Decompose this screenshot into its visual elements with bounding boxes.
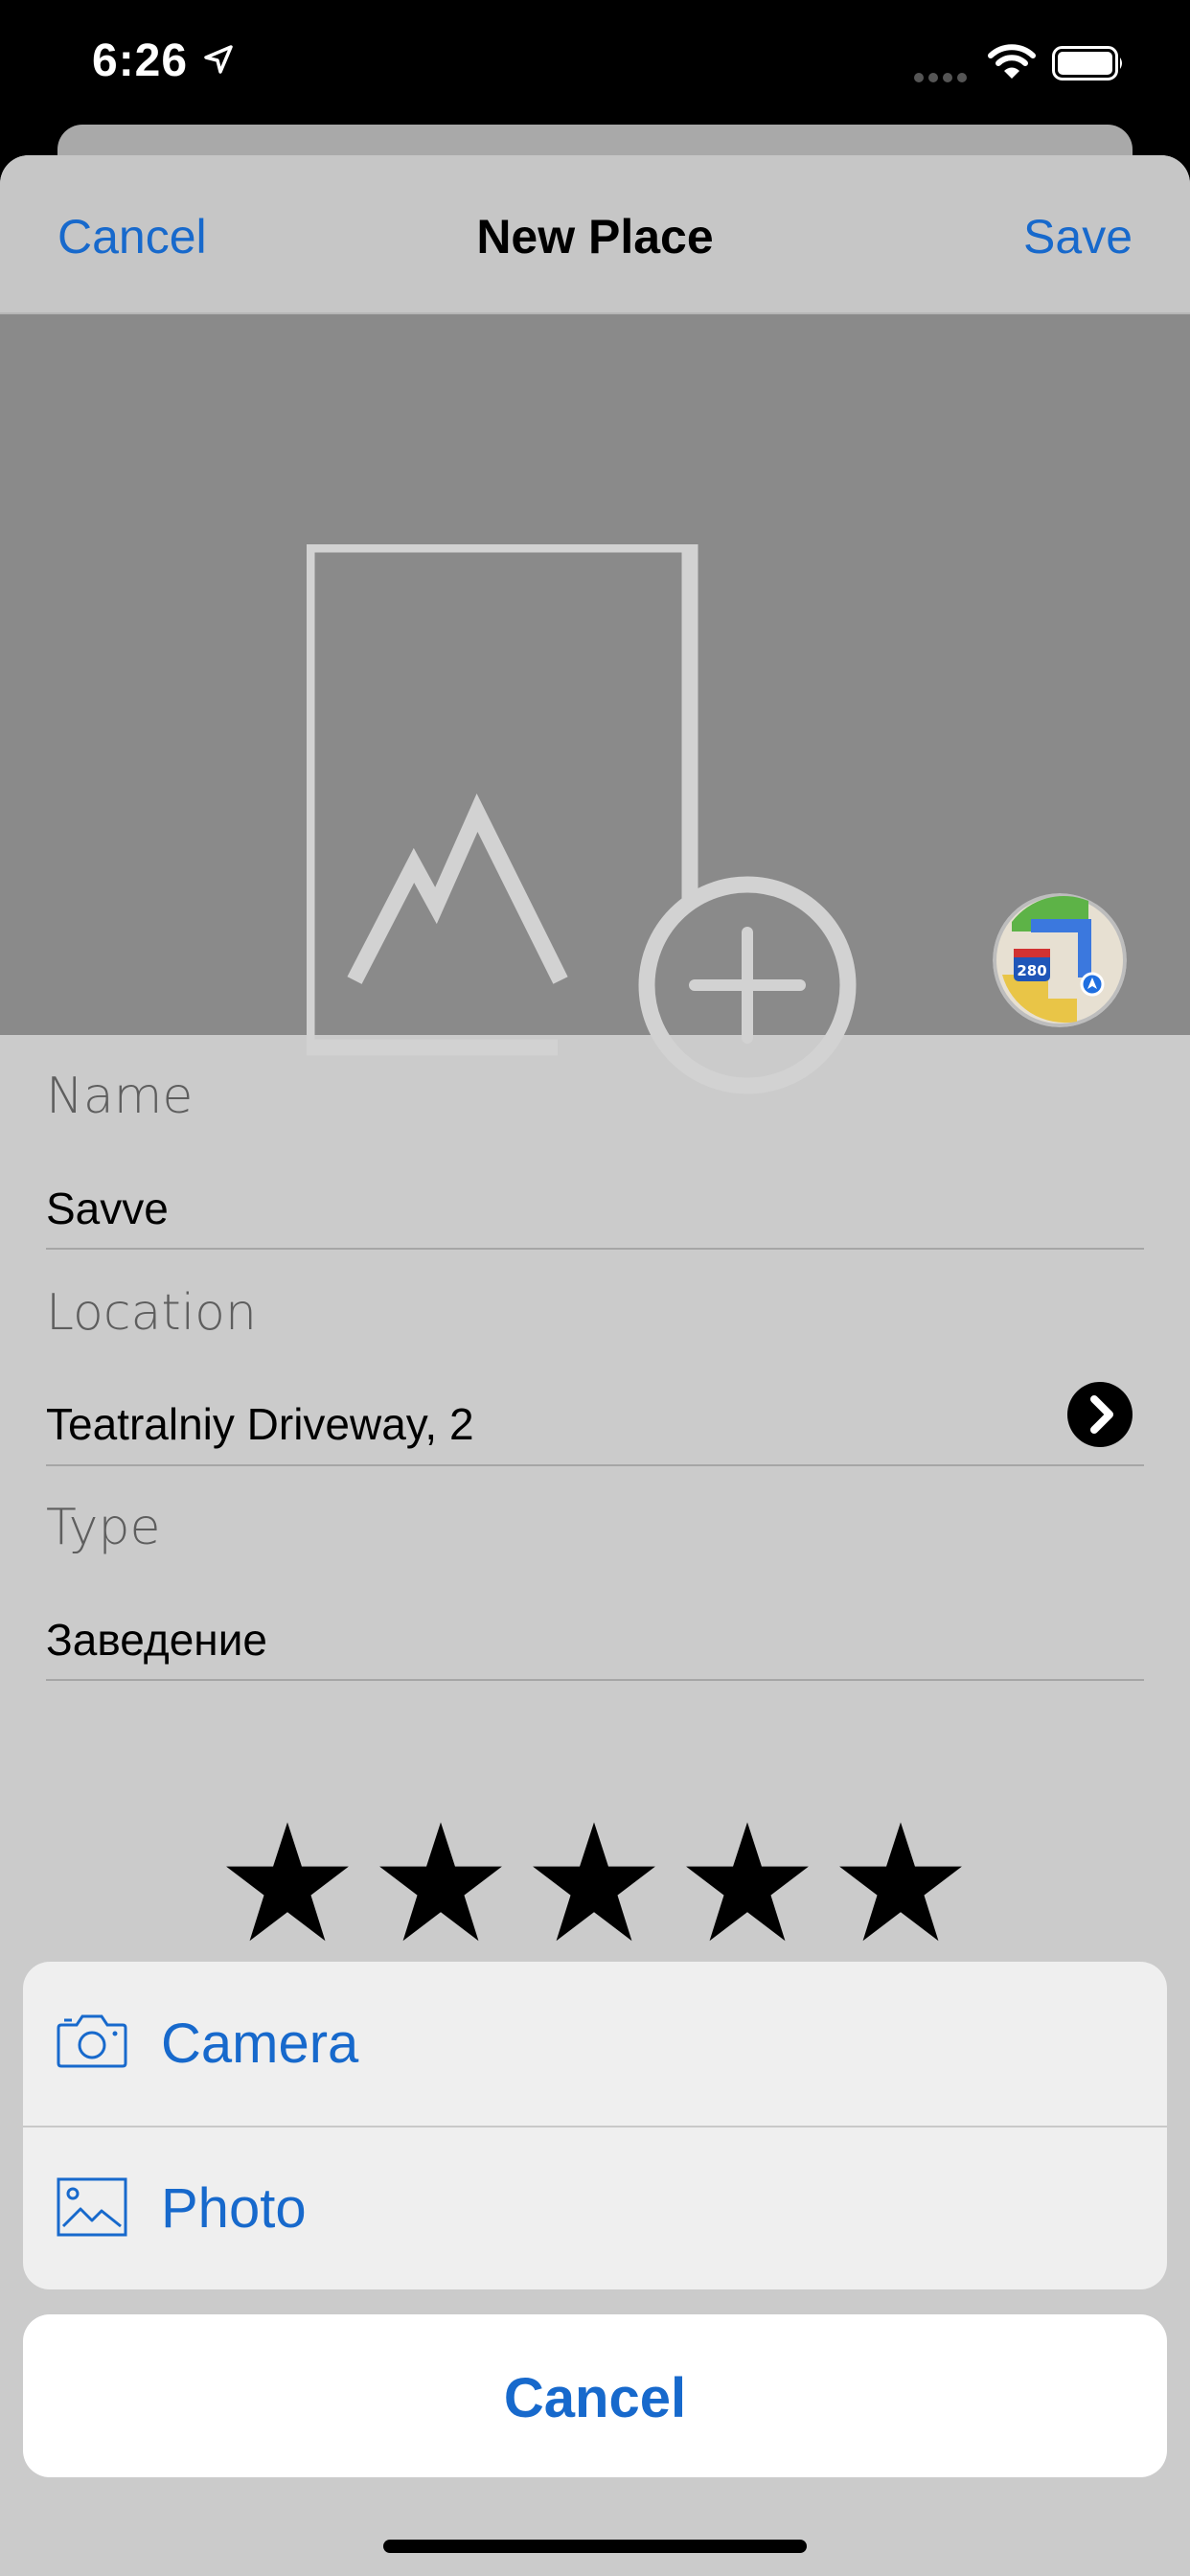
name-label: Name [46,1068,194,1125]
camera-icon [56,2012,128,2074]
type-divider [46,1679,1144,1681]
status-bar: 6:26 [0,0,1190,126]
location-field[interactable]: Teatralniy Driveway, 2 [46,1398,474,1450]
rating-star-3[interactable] [529,1817,659,1947]
action-sheet: Camera Photo [23,1962,1167,2289]
chevron-right-circle-icon[interactable] [1067,1382,1133,1447]
location-divider [46,1464,1144,1466]
navigation-bar: Cancel New Place Save [0,155,1190,314]
location-label: Location [46,1284,257,1342]
rating-control[interactable] [222,1817,970,1961]
add-image-icon[interactable] [298,536,881,1124]
rating-star-5[interactable] [835,1817,966,1947]
signal-dots-icon [914,71,970,88]
wifi-icon [987,42,1037,85]
photo-label: Photo [161,2177,307,2240]
maps-app-icon[interactable]: 280 [993,893,1127,1027]
photo-icon [56,2176,128,2242]
type-label: Type [46,1499,161,1556]
maps-badge-text: 280 [1017,962,1046,979]
status-time: 6:26 [92,35,189,86]
location-arrow-icon [203,44,234,80]
camera-label: Camera [161,2012,359,2075]
name-divider [46,1248,1144,1250]
home-indicator [383,2540,807,2553]
battery-icon [1052,46,1125,85]
save-button[interactable]: Save [1023,209,1133,264]
rating-star-1[interactable] [222,1817,353,1947]
rating-star-4[interactable] [682,1817,812,1947]
action-camera-button[interactable]: Camera [23,1962,1167,2125]
action-cancel-label: Cancel [503,2367,687,2429]
type-field[interactable]: Заведение [46,1614,267,1666]
action-photo-button[interactable]: Photo [23,2127,1167,2289]
action-cancel-button[interactable]: Cancel [23,2314,1167,2477]
rating-star-2[interactable] [376,1817,506,1947]
name-field[interactable]: Savve [46,1183,169,1234]
page-title: New Place [476,210,714,264]
